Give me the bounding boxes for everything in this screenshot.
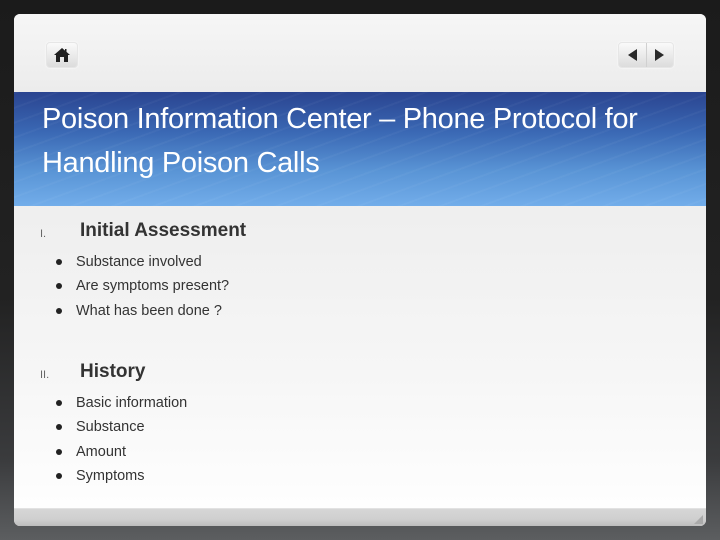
bullet-icon: [56, 307, 62, 314]
previous-slide-button[interactable]: [619, 43, 646, 67]
triangle-right-icon: [655, 49, 665, 61]
bullet-text: Are symptoms present?: [76, 278, 230, 295]
bullet-text: Substance: [76, 419, 145, 436]
title-band: Poison Information Center – Phone Protoc…: [14, 92, 706, 206]
slide-pager: [618, 42, 674, 68]
section-heading: History: [80, 361, 146, 382]
bullet-text: Symptoms: [76, 467, 145, 484]
slide-title: Poison Information Center – Phone Protoc…: [42, 103, 638, 179]
list-item: Basic information: [54, 391, 187, 415]
section-header: II. History: [14, 361, 706, 387]
bullet-icon: [56, 448, 62, 455]
bullet-icon: [56, 472, 62, 479]
list-item: Substance: [54, 415, 187, 439]
triangle-left-icon: [627, 49, 637, 61]
section-numeral: I.: [40, 228, 47, 240]
resize-grip-icon[interactable]: [694, 515, 703, 524]
home-icon: [54, 48, 70, 62]
bullet-list: Basic information Substance Amount Sympt…: [54, 391, 187, 488]
bullet-icon: [56, 283, 62, 290]
list-item: What has been done ?: [54, 299, 229, 323]
list-item: Symptoms: [54, 464, 187, 488]
toolbar: [14, 14, 706, 92]
next-slide-button[interactable]: [645, 43, 674, 67]
home-button[interactable]: [46, 42, 78, 68]
bullet-text: Basic information: [76, 395, 188, 411]
list-item: Amount: [54, 440, 187, 464]
bullet-text: Amount: [76, 443, 126, 460]
bullet-text: Substance involved: [76, 254, 202, 270]
bullet-icon: [56, 424, 62, 431]
section-heading: Initial Assessment: [80, 220, 247, 241]
bullet-icon: [56, 259, 62, 265]
list-item: Are symptoms present?: [54, 274, 229, 298]
bullet-list: Substance involved Are symptoms present?…: [54, 250, 229, 323]
section-numeral: II.: [40, 369, 50, 381]
bullet-text: What has been done ?: [76, 302, 222, 319]
footer-bar: [14, 508, 706, 526]
bullet-icon: [56, 400, 62, 406]
list-item: Substance involved: [54, 250, 229, 274]
section-header: I. Initial Assessment: [14, 220, 706, 246]
slide-frame: Poison Information Center – Phone Protoc…: [14, 14, 706, 526]
